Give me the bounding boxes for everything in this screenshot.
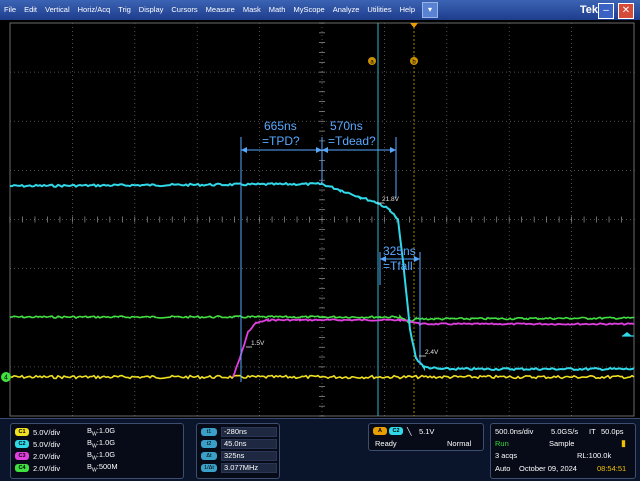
interpolation-value: 50.0ps: [601, 427, 624, 436]
acquisition-mode: Sample: [549, 439, 575, 448]
menu-utilities[interactable]: Utilities: [363, 0, 395, 20]
trigger-position-marker[interactable]: [410, 23, 418, 28]
trigger-coupling: Normal: [447, 439, 472, 448]
ch1-tag: C1: [15, 428, 29, 436]
cursor-t1-tag: t1: [201, 428, 217, 436]
ch4-tag: C4: [15, 464, 29, 472]
trigger-level: 5.1V: [419, 427, 435, 436]
cursor-t2-value: 45.0ns: [221, 439, 277, 449]
time: 08:54:51: [597, 464, 627, 473]
trigger-mode: Auto: [495, 464, 511, 473]
ch1-bw-label: BW:1.0G: [87, 426, 116, 438]
menu-mask[interactable]: Mask: [239, 0, 265, 20]
channel-settings-panel[interactable]: C1 5.0V/div BW:1.0G C2 5.0V/div BW:1.0G …: [10, 423, 184, 479]
ch4-row[interactable]: C4 2.0V/div BW:500M: [15, 462, 118, 474]
voltage-label-2v4: 2.4V: [425, 349, 439, 356]
ch2-scale: 5.0V/div: [33, 439, 61, 449]
cursor-t2-row: t2 45.0ns: [201, 439, 277, 449]
ch2-bw-label: BW:1.0G: [87, 438, 116, 450]
menu-measure[interactable]: Measure: [202, 0, 239, 20]
status-bar: C1 5.0V/div BW:1.0G C2 5.0V/div BW:1.0G …: [0, 418, 640, 481]
acquisition-panel[interactable]: 500.0ns/div 5.0GS/s IT 50.0ps Run Sample…: [490, 423, 636, 479]
cursor-t1-row: t1 -280ns: [201, 427, 277, 437]
tdead-value-label: 570ns: [330, 119, 363, 133]
cursor-delta-tag: Δt: [201, 452, 217, 460]
trigger-mode-tag: A: [373, 427, 387, 435]
date: October 09, 2024: [519, 464, 577, 473]
cursor-freq-tag: 1/Δt: [201, 464, 217, 472]
ch1-row[interactable]: C1 5.0V/div BW:1.0G: [15, 426, 116, 438]
cursor-delta-row: Δt 325ns: [201, 451, 277, 461]
tdead-name-label: =Tdead?: [328, 134, 376, 148]
menu-analyze[interactable]: Analyze: [329, 0, 364, 20]
menu-math[interactable]: Math: [265, 0, 290, 20]
ch1-scale: 5.0V/div: [33, 427, 61, 437]
tpd-name-label: =TPD?: [262, 134, 300, 148]
trigger-slope-icon: ╲: [407, 427, 412, 436]
voltage-label-1v5: 1.5V: [251, 340, 265, 347]
ch1-waveform: [9, 374, 635, 380]
ch3-tag: C3: [15, 452, 29, 460]
ch1-bw: 1.0G: [98, 426, 116, 436]
ch3-bw-label: BW:1.0G: [87, 450, 116, 462]
tpd-value-label: 665ns: [264, 119, 297, 133]
ch4-bw-label: BW:500M: [87, 462, 118, 474]
cursor-freq-value: 3.077MHz: [221, 463, 277, 473]
record-length: RL:100.0k: [577, 451, 612, 460]
menu-cursors[interactable]: Cursors: [167, 0, 201, 20]
menu-dropdown-button[interactable]: ▾: [422, 2, 439, 18]
menu-trig[interactable]: Trig: [114, 0, 135, 20]
waveform-display[interactable]: a b 665ns =TPD? 570ns =Tdead? 325ns =Tfa…: [0, 20, 640, 418]
ch2-tag: C2: [15, 440, 29, 448]
menu-help[interactable]: Help: [396, 0, 419, 20]
ch2-bw: 1.0G: [98, 438, 116, 448]
run-state: Run: [495, 439, 509, 448]
cursor-readout-panel[interactable]: t1 -280ns t2 45.0ns Δt 325ns 1/Δt 3.077M…: [196, 423, 280, 479]
battery-icon: ▮: [621, 438, 626, 448]
ch4-ground-marker-label: 4: [4, 375, 8, 382]
menu-bar: File Edit Vertical Horiz/Acq Trig Displa…: [0, 0, 640, 20]
menu-edit[interactable]: Edit: [20, 0, 41, 20]
cursor-delta-value: 325ns: [221, 451, 277, 461]
close-button[interactable]: ✕: [618, 3, 634, 19]
trigger-state: Ready: [375, 439, 397, 448]
tfall-value-label: 325ns: [383, 244, 416, 258]
interpolation-label: IT: [589, 427, 596, 436]
ch2-row[interactable]: C2 5.0V/div BW:1.0G: [15, 438, 116, 450]
cursor-t1-value: -280ns: [221, 427, 277, 437]
trigger-source-tag: C2: [389, 427, 403, 435]
menu-myscope[interactable]: MyScope: [289, 0, 328, 20]
trigger-panel[interactable]: A C2 ╲ 5.1V Ready Normal: [368, 423, 484, 451]
menu-horiz-acq[interactable]: Horiz/Acq: [74, 0, 115, 20]
sample-rate: 5.0GS/s: [551, 427, 579, 436]
ch3-bw: 1.0G: [98, 450, 116, 460]
cursor-t2-tag: t2: [201, 440, 217, 448]
menu-display[interactable]: Display: [135, 0, 168, 20]
tfall-name-label: =Tfall: [383, 259, 413, 273]
timebase: 500.0ns/div: [495, 427, 534, 436]
ch3-row[interactable]: C3 2.0V/div BW:1.0G: [15, 450, 116, 462]
cursor-freq-row: 1/Δt 3.077MHz: [201, 463, 277, 473]
ch4-bw: 500M: [98, 462, 118, 472]
menu-vertical[interactable]: Vertical: [41, 0, 74, 20]
ch4-scale: 2.0V/div: [33, 463, 61, 473]
menu-file[interactable]: File: [0, 0, 20, 20]
minimize-button[interactable]: –: [598, 3, 614, 19]
graticule-grid: [9, 22, 635, 417]
voltage-label-21v: 21.8V: [382, 196, 400, 203]
tek-logo: Tek: [579, 4, 598, 16]
ch3-scale: 2.0V/div: [33, 451, 61, 461]
acquisition-count: 3 acqs: [495, 451, 518, 460]
